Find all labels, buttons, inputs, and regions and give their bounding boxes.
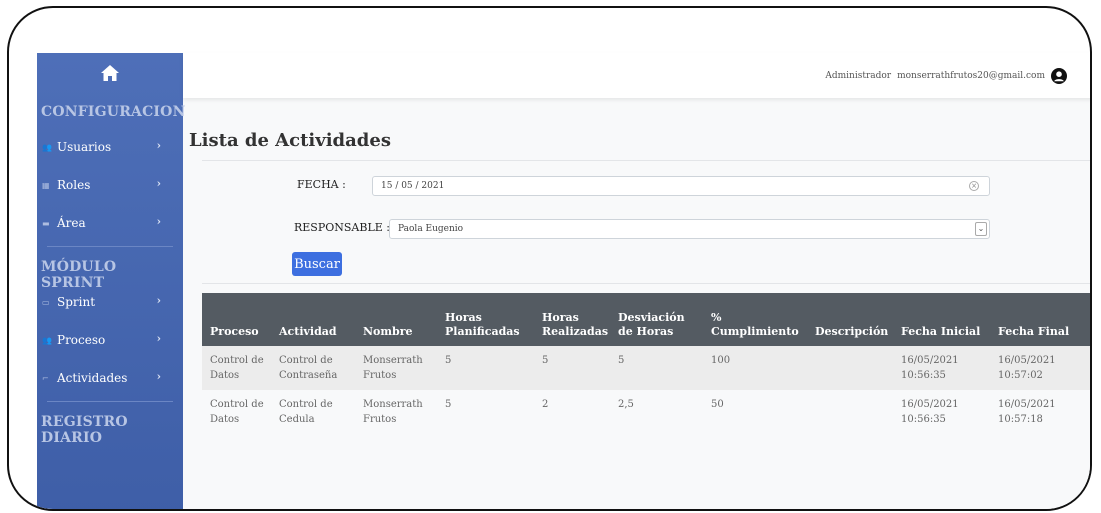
topbar: Administrador monserrathfrutos20@gmail.c… [183,53,1090,98]
page-title: Lista de Actividades [189,130,391,151]
chevron-right-icon: › [156,332,161,345]
screenshot-frame: CONFIGURACION 👥 Usuarios › ▦ Roles › ▬ Á… [7,6,1092,511]
table-cell [807,390,893,434]
sidebar-item-label: Proceso [57,333,106,347]
user-email[interactable]: monserrathfrutos20@gmail.com [897,71,1045,81]
chevron-down-icon[interactable]: ⌄ [975,222,987,236]
app-window: CONFIGURACION 👥 Usuarios › ▦ Roles › ▬ Á… [37,53,1090,509]
users-icon: 👥 [42,335,52,345]
divider [202,160,1090,161]
responsable-label: RESPONSABLE : [294,221,390,234]
chevron-right-icon: › [156,215,161,228]
sidebar-item-roles[interactable]: ▦ Roles › [37,166,183,204]
table-cell: Control de Cedula [271,390,355,434]
table-cell: Control de Datos [202,390,271,434]
sprint-icon: ▭ [42,297,50,307]
table-cell: 2,5 [610,390,703,434]
chevron-right-icon: › [156,139,161,152]
sidebar-item-label: Área [57,216,86,230]
sidebar-item-label: Roles [57,178,91,192]
fecha-input[interactable]: 15 / 05 / 2021 × [372,176,990,196]
sidebar-item-proceso[interactable]: 👥 Proceso › [37,321,183,359]
clear-icon[interactable]: × [969,181,979,191]
table-cell [807,346,893,390]
chevron-right-icon: › [156,294,161,307]
main-content: Lista de Actividades FECHA : 15 / 05 / 2… [183,98,1090,509]
sidebar-item-sprint[interactable]: ▭ Sprint › [37,283,183,321]
column-header: % Cumplimiento [711,311,799,338]
sidebar-heading-modulo-sprint: MÓDULO SPRINT [41,259,117,291]
user-avatar-icon[interactable] [1051,67,1067,84]
table-cell: 5 [437,346,534,390]
sidebar-item-area[interactable]: ▬ Área › [37,204,183,242]
table-icon: ▦ [42,180,50,190]
table-cell: 5 [437,390,534,434]
sidebar-item-label: Sprint [57,295,96,309]
table-cell: 16/05/2021 10:57:18 [990,390,1090,434]
table-cell: 16/05/2021 10:56:35 [893,390,990,434]
sidebar-item-label: Actividades [57,371,128,385]
home-link[interactable] [37,53,183,92]
column-header: Nombre [363,325,413,338]
table-header-row: Proceso Actividad Nombre Horas Planifica… [202,293,1090,346]
chevron-right-icon: › [156,177,161,190]
table-cell: Control de Datos [202,346,271,390]
table-cell: 2 [534,390,610,434]
table-cell: 5 [534,346,610,390]
table-cell: 5 [610,346,703,390]
sidebar-item-label: Usuarios [57,140,112,154]
table-cell: Control de Contraseña [271,346,355,390]
home-icon [101,64,119,81]
table-row[interactable]: Control de Datos Control de Contraseña M… [202,346,1090,390]
table-cell: Monserrath Frutos [355,346,437,390]
search-button[interactable]: Buscar [292,252,342,276]
responsable-value: Paola Eugenio [398,224,464,234]
column-header: Horas Realizadas [542,311,609,338]
column-header: Horas Planificadas [445,311,520,338]
column-header: Proceso [210,325,259,338]
table-cell: Monserrath Frutos [355,390,437,434]
folder-icon: ▬ [42,218,50,228]
column-header: Actividad [279,325,337,338]
column-header: Desviación de Horas [618,311,685,338]
sidebar-heading-registro-diario[interactable]: REGISTRO DIARIO [37,402,183,446]
fecha-label: FECHA : [297,178,346,191]
users-icon: 👥 [42,142,52,152]
table-row[interactable]: Control de Datos Control de Cedula Monse… [202,390,1090,434]
sidebar-item-actividades[interactable]: ⌐ Actividades › [37,359,183,397]
table-cell: 100 [703,346,807,390]
column-header: Descripción [815,325,889,338]
activities-table: Proceso Actividad Nombre Horas Planifica… [202,293,1090,434]
divider [202,283,1090,284]
chevron-right-icon: › [156,370,161,383]
table-cell: 16/05/2021 10:56:35 [893,346,990,390]
column-header: Fecha Inicial [901,325,981,338]
sidebar: CONFIGURACION 👥 Usuarios › ▦ Roles › ▬ Á… [37,53,186,509]
sidebar-heading-configuracion: CONFIGURACION [41,104,186,120]
fecha-value: 15 / 05 / 2021 [381,181,445,191]
table-cell: 50 [703,390,807,434]
activity-icon: ⌐ [42,373,49,383]
column-header: Fecha Final [998,325,1070,338]
sidebar-item-usuarios[interactable]: 👥 Usuarios › [37,128,183,166]
responsable-select[interactable]: Paola Eugenio ⌄ [389,219,990,239]
table-cell: 16/05/2021 10:57:02 [990,346,1090,390]
user-role: Administrador [825,70,892,81]
